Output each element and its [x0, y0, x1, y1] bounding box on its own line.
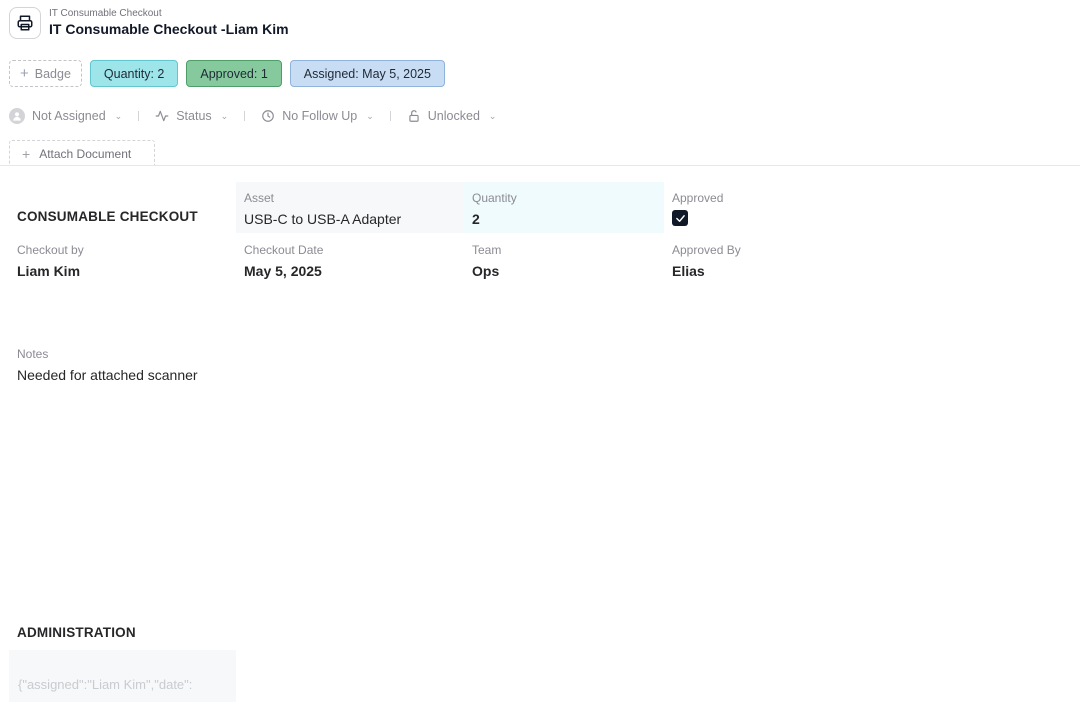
- plus-icon: +: [20, 65, 29, 82]
- approved-field: Approved: [672, 190, 723, 226]
- record-toolbar: Not Assigned ⌄ Status ⌄ No Follow Up ⌄ U…: [9, 106, 496, 126]
- checkout-by-label: Checkout by: [17, 243, 84, 257]
- team-field: Team Ops: [472, 242, 501, 281]
- approved-checkbox[interactable]: [672, 210, 688, 226]
- add-badge-label: Badge: [34, 66, 71, 81]
- check-icon: [675, 214, 685, 222]
- add-badge-button[interactable]: + Badge: [9, 60, 82, 87]
- team-value: Ops: [472, 263, 500, 279]
- unlock-icon: [409, 110, 419, 122]
- avatar-icon: [9, 108, 25, 124]
- assigned-badge[interactable]: Assigned: May 5, 2025: [289, 60, 445, 87]
- follow-up-label: No Follow Up: [282, 109, 358, 123]
- clock-icon: [262, 110, 275, 122]
- notes-field: Notes Needed for attached scanner: [17, 346, 198, 385]
- checkout-by-value: Liam Kim: [17, 263, 81, 279]
- administration-json-field[interactable]: {"assigned":"Liam Kim","date":: [9, 650, 236, 702]
- asset-field[interactable]: Asset USB-C to USB-A Adapter: [244, 190, 401, 229]
- checkout-date-label: Checkout Date: [244, 243, 324, 257]
- quantity-badge[interactable]: Quantity: 2: [89, 60, 179, 87]
- administration-section-title: ADMINISTRATION: [17, 625, 136, 640]
- header-divider: [0, 165, 1080, 166]
- team-label: Team: [472, 243, 502, 257]
- checkout-date-field: Checkout Date May 5, 2025: [244, 242, 323, 281]
- checkout-date-value: May 5, 2025: [244, 263, 322, 279]
- notes-value: Needed for attached scanner: [17, 367, 198, 383]
- quantity-label: Quantity: [472, 191, 517, 205]
- asset-value: USB-C to USB-A Adapter: [244, 211, 402, 227]
- chevron-down-icon: ⌄: [488, 110, 497, 121]
- approved-by-field: Approved By Elias: [672, 242, 741, 281]
- follow-up-dropdown[interactable]: No Follow Up ⌄: [261, 109, 374, 123]
- activity-icon: [155, 110, 169, 122]
- approved-label: Approved: [672, 191, 724, 205]
- approved-by-value: Elias: [672, 263, 705, 279]
- page-header: IT Consumable Checkout IT Consumable Che…: [9, 6, 289, 40]
- approved-badge[interactable]: Approved: 1: [186, 60, 282, 87]
- page-title: IT Consumable Checkout -Liam Kim: [49, 21, 289, 37]
- chevron-down-icon: ⌄: [114, 110, 123, 121]
- notes-label: Notes: [17, 347, 49, 361]
- assignee-dropdown[interactable]: Not Assigned ⌄: [9, 108, 122, 124]
- consumable-section-title: CONSUMABLE CHECKOUT: [17, 209, 198, 224]
- printer-icon: [9, 7, 41, 39]
- toolbar-divider: [389, 111, 391, 121]
- checkout-by-field: Checkout by Liam Kim: [17, 242, 84, 281]
- status-label: Status: [176, 109, 212, 123]
- status-dropdown[interactable]: Status ⌄: [155, 109, 228, 123]
- toolbar-divider: [138, 111, 140, 121]
- plus-icon: +: [22, 145, 31, 162]
- page-subtitle: IT Consumable Checkout: [49, 8, 162, 19]
- lock-dropdown[interactable]: Unlocked ⌄: [407, 109, 497, 123]
- badge-row: + Badge Quantity: 2 Approved: 1 Assigned…: [9, 60, 445, 87]
- lock-label: Unlocked: [427, 109, 480, 123]
- attach-document-button[interactable]: + Attach Document: [9, 140, 155, 166]
- asset-label: Asset: [244, 191, 275, 205]
- quantity-field[interactable]: Quantity 2: [472, 190, 517, 229]
- approved-by-label: Approved By: [672, 243, 741, 257]
- chevron-down-icon: ⌄: [220, 110, 229, 121]
- attach-document-label: Attach Document: [39, 146, 132, 161]
- chevron-down-icon: ⌄: [366, 110, 374, 121]
- assignee-label: Not Assigned: [32, 109, 106, 123]
- quantity-value: 2: [472, 211, 480, 227]
- checkout-page: IT Consumable Checkout IT Consumable Che…: [0, 0, 1080, 720]
- toolbar-divider: [244, 111, 246, 121]
